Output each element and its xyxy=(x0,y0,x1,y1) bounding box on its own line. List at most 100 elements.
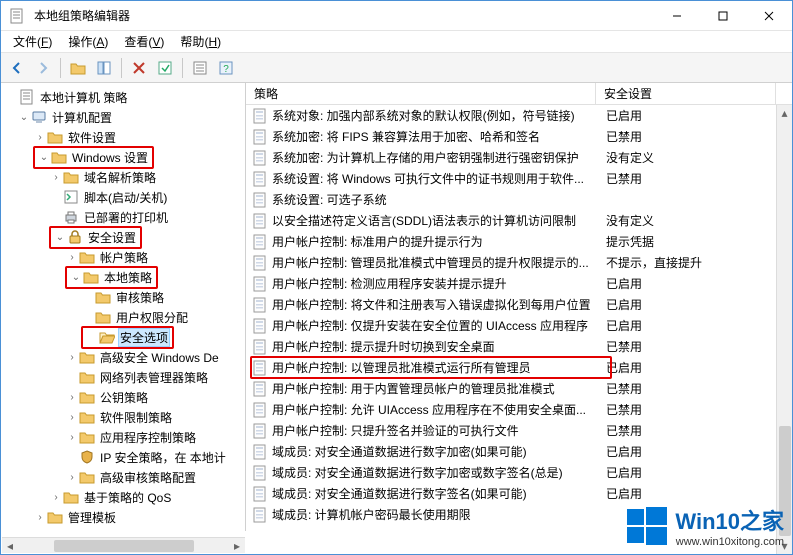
twisty-icon[interactable]: ⌄ xyxy=(17,112,31,123)
policy-row[interactable]: 用户帐户控制: 标准用户的提升提示行为提示凭据 xyxy=(246,231,792,252)
policy-name: 域成员: 计算机帐户密码最长使用期限 xyxy=(272,506,598,523)
tree-computer[interactable]: 计算机配置 xyxy=(50,108,114,127)
policy-row[interactable]: 用户帐户控制: 管理员批准模式中管理员的提升权限提示的...不提示，直接提升 xyxy=(246,252,792,273)
close-button[interactable] xyxy=(746,1,792,31)
nav-forward-button[interactable] xyxy=(31,56,55,80)
maximize-button[interactable] xyxy=(700,1,746,31)
help-button[interactable]: ? xyxy=(214,56,238,80)
menu-help[interactable]: 帮助(H) xyxy=(172,31,229,52)
tree-options[interactable]: 安全选项 xyxy=(118,328,170,347)
policy-row[interactable]: 以安全描述符定义语言(SDDL)语法表示的计算机访问限制没有定义 xyxy=(246,210,792,231)
tree-dns[interactable]: 域名解析策略 xyxy=(82,168,158,187)
scroll-thumb[interactable] xyxy=(779,426,791,536)
policy-row[interactable]: 用户帐户控制: 仅提升安装在安全位置的 UIAccess 应用程序已启用 xyxy=(246,315,792,336)
scroll-right-icon[interactable]: ▸ xyxy=(229,539,245,553)
folder-icon xyxy=(79,349,95,365)
scroll-down-icon[interactable]: ▾ xyxy=(777,538,792,554)
scroll-left-icon[interactable]: ◂ xyxy=(2,539,18,553)
tree-appctl[interactable]: 应用程序控制策略 xyxy=(98,428,198,447)
column-setting[interactable]: 安全设置 xyxy=(596,83,776,104)
tree-restrict[interactable]: 软件限制策略 xyxy=(98,408,174,427)
twisty-icon[interactable]: › xyxy=(65,472,79,483)
show-tree-button[interactable] xyxy=(92,56,116,80)
twisty-icon[interactable]: › xyxy=(65,392,79,403)
policy-name: 用户帐户控制: 将文件和注册表写入错误虚拟化到每用户位置 xyxy=(272,296,598,313)
twisty-icon[interactable]: › xyxy=(65,252,79,263)
scroll-thumb[interactable] xyxy=(54,540,194,552)
policy-icon xyxy=(252,339,268,355)
policy-row[interactable]: 系统设置: 将 Windows 可执行文件中的证书规则用于软件...已禁用 xyxy=(246,168,792,189)
policy-list[interactable]: 系统对象: 加强内部系统对象的默认权限(例如，符号链接)已启用系统加密: 将 F… xyxy=(246,105,792,554)
policy-icon xyxy=(252,192,268,208)
twisty-icon[interactable]: ⌄ xyxy=(69,272,83,283)
up-button[interactable] xyxy=(66,56,90,80)
twisty-icon[interactable]: › xyxy=(65,412,79,423)
policy-row[interactable]: 用户帐户控制: 用于内置管理员帐户的管理员批准模式已禁用 xyxy=(246,378,792,399)
twisty-icon[interactable]: ⌄ xyxy=(53,232,67,243)
twisty-icon[interactable]: › xyxy=(33,132,47,143)
folder-icon xyxy=(63,169,79,185)
column-policy[interactable]: 策略 xyxy=(246,83,596,104)
tree-admin[interactable]: 管理模板 xyxy=(66,508,118,527)
tree-local[interactable]: 本地策略 xyxy=(102,268,154,287)
tree-audit[interactable]: 审核策略 xyxy=(114,288,166,307)
policy-icon xyxy=(252,297,268,313)
folder-icon xyxy=(51,149,67,165)
menu-file[interactable]: 文件(F) xyxy=(5,31,60,52)
list-scrollbar-vertical[interactable]: ▴ ▾ xyxy=(776,105,792,554)
policy-setting: 已禁用 xyxy=(598,422,792,439)
minimize-button[interactable] xyxy=(654,1,700,31)
policy-row[interactable]: 系统设置: 可选子系统 xyxy=(246,189,792,210)
policy-icon xyxy=(252,360,268,376)
policy-row[interactable]: 域成员: 计算机帐户密码最长使用期限 xyxy=(246,504,792,525)
menu-action[interactable]: 操作(A) xyxy=(60,31,116,52)
twisty-icon[interactable]: › xyxy=(49,172,63,183)
folder-open-icon xyxy=(99,329,115,345)
tree-printers[interactable]: 已部署的打印机 xyxy=(82,208,170,227)
tree-software[interactable]: 软件设置 xyxy=(66,128,118,147)
policy-row[interactable]: 系统加密: 将 FIPS 兼容算法用于加密、哈希和签名已禁用 xyxy=(246,126,792,147)
tree-pubkey[interactable]: 公钥策略 xyxy=(98,388,150,407)
tree-nlm[interactable]: 网络列表管理器策略 xyxy=(98,368,210,387)
tree-rights[interactable]: 用户权限分配 xyxy=(114,308,190,327)
policy-name: 用户帐户控制: 提示提升时切换到安全桌面 xyxy=(272,338,598,355)
policy-row[interactable]: 用户帐户控制: 检测应用程序安装并提示提升已启用 xyxy=(246,273,792,294)
menu-view[interactable]: 查看(V) xyxy=(116,31,172,52)
nav-back-button[interactable] xyxy=(5,56,29,80)
tree-advaudit[interactable]: 高级审核策略配置 xyxy=(98,468,198,487)
policy-setting: 没有定义 xyxy=(598,212,792,229)
folder-icon xyxy=(79,409,95,425)
policy-row[interactable]: 用户帐户控制: 允许 UIAccess 应用程序在不使用安全桌面...已禁用 xyxy=(246,399,792,420)
tree-security[interactable]: 安全设置 xyxy=(86,228,138,247)
policy-row[interactable]: 用户帐户控制: 将文件和注册表写入错误虚拟化到每用户位置已启用 xyxy=(246,294,792,315)
policy-row[interactable]: 用户帐户控制: 提示提升时切换到安全桌面已禁用 xyxy=(246,336,792,357)
policy-setting: 已启用 xyxy=(598,464,792,481)
delete-button[interactable] xyxy=(127,56,151,80)
policy-row[interactable]: 用户帐户控制: 以管理员批准模式运行所有管理员已启用 xyxy=(246,357,792,378)
tree-scripts[interactable]: 脚本(启动/关机) xyxy=(82,188,169,207)
policy-row[interactable]: 域成员: 对安全通道数据进行数字签名(如果可能)已启用 xyxy=(246,483,792,504)
scroll-up-icon[interactable]: ▴ xyxy=(777,105,792,121)
policy-row[interactable]: 域成员: 对安全通道数据进行数字加密(如果可能)已启用 xyxy=(246,441,792,462)
policy-row[interactable]: 用户帐户控制: 只提升签名并验证的可执行文件已禁用 xyxy=(246,420,792,441)
twisty-icon[interactable]: ⌄ xyxy=(37,152,51,163)
policy-row[interactable]: 系统对象: 加强内部系统对象的默认权限(例如，符号链接)已启用 xyxy=(246,105,792,126)
tree-qos[interactable]: 基于策略的 QoS xyxy=(82,488,173,507)
properties-button[interactable] xyxy=(188,56,212,80)
tree-account[interactable]: 帐户策略 xyxy=(98,248,150,267)
lock-icon xyxy=(67,229,83,245)
twisty-icon[interactable]: › xyxy=(65,432,79,443)
tree-panel[interactable]: 本地计算机 策略 ⌄ 计算机配置 › 软件设置 ⌄ Windows 设置 › 域名解析策… xyxy=(1,83,246,531)
policy-icon xyxy=(252,486,268,502)
tree-defender[interactable]: 高级安全 Windows De xyxy=(98,348,221,367)
policy-row[interactable]: 系统加密: 为计算机上存储的用户密钥强制进行强密钥保护没有定义 xyxy=(246,147,792,168)
export-button[interactable] xyxy=(153,56,177,80)
twisty-icon[interactable]: › xyxy=(33,512,47,523)
policy-row[interactable]: 域成员: 对安全通道数据进行数字加密或数字签名(总是)已启用 xyxy=(246,462,792,483)
tree-windows[interactable]: Windows 设置 xyxy=(70,148,150,167)
tree-scrollbar-horizontal[interactable]: ◂ ▸ xyxy=(2,537,245,553)
twisty-icon[interactable]: › xyxy=(49,492,63,503)
tree-ipsec[interactable]: IP 安全策略，在 本地计 xyxy=(98,448,228,467)
twisty-icon[interactable]: › xyxy=(65,352,79,363)
tree-root[interactable]: 本地计算机 策略 xyxy=(38,88,129,107)
